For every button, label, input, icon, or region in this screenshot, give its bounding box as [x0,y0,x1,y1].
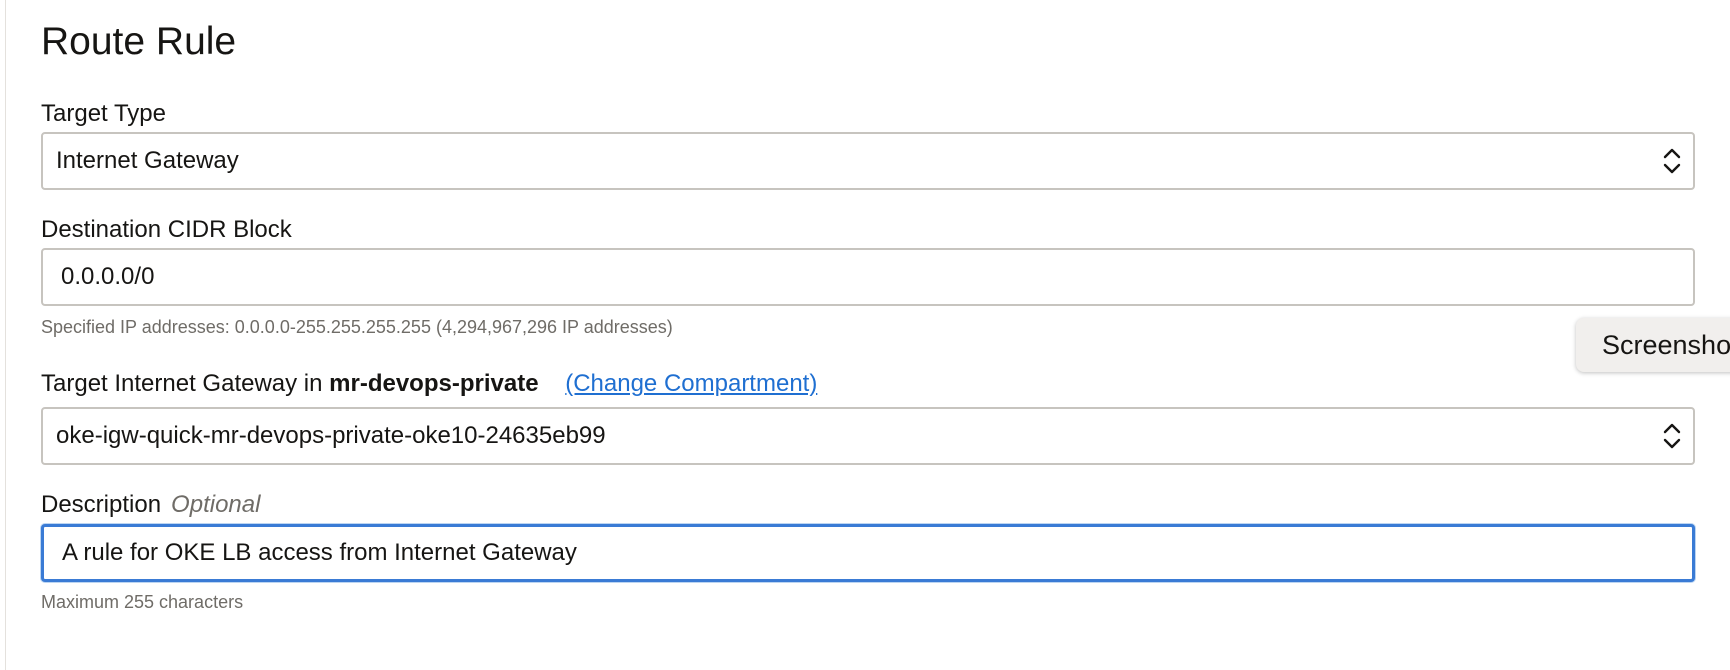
target-gateway-value: oke-igw-quick-mr-devops-private-oke10-24… [56,422,606,449]
compartment-name: mr-devops-private [329,370,539,397]
chevron-updown-icon [1663,423,1681,449]
description-value: A rule for OKE LB access from Internet G… [62,539,577,566]
target-type-select[interactable]: Internet Gateway [41,132,1695,190]
page-title: Route Rule [41,20,237,63]
destination-cidr-label: Destination CIDR Block [41,216,292,243]
target-gateway-label: Target Internet Gateway in mr-devops-pri… [41,370,817,398]
target-gateway-label-prefix: Target Internet Gateway in [41,370,323,397]
destination-cidr-value: 0.0.0.0/0 [61,263,155,290]
screenshot-button-label: Screenshot [1602,329,1730,360]
description-label: Description Optional [41,491,260,519]
target-type-label: Target Type [41,100,166,127]
target-type-value: Internet Gateway [56,147,239,174]
destination-cidr-hint: Specified IP addresses: 0.0.0.0-255.255.… [41,317,673,337]
destination-cidr-input[interactable]: 0.0.0.0/0 [41,248,1695,306]
optional-tag: Optional [171,491,261,518]
panel-divider [5,0,6,670]
description-input[interactable]: A rule for OKE LB access from Internet G… [41,524,1695,582]
description-label-text: Description [41,491,162,518]
screenshot-button[interactable]: Screenshot [1576,318,1730,372]
route-rule-panel: Route Rule Target Type Internet Gateway … [0,0,1730,670]
target-gateway-select[interactable]: oke-igw-quick-mr-devops-private-oke10-24… [41,407,1695,465]
description-hint: Maximum 255 characters [41,592,244,612]
change-compartment-link[interactable]: (Change Compartment) [565,370,817,397]
chevron-updown-icon [1663,148,1681,174]
